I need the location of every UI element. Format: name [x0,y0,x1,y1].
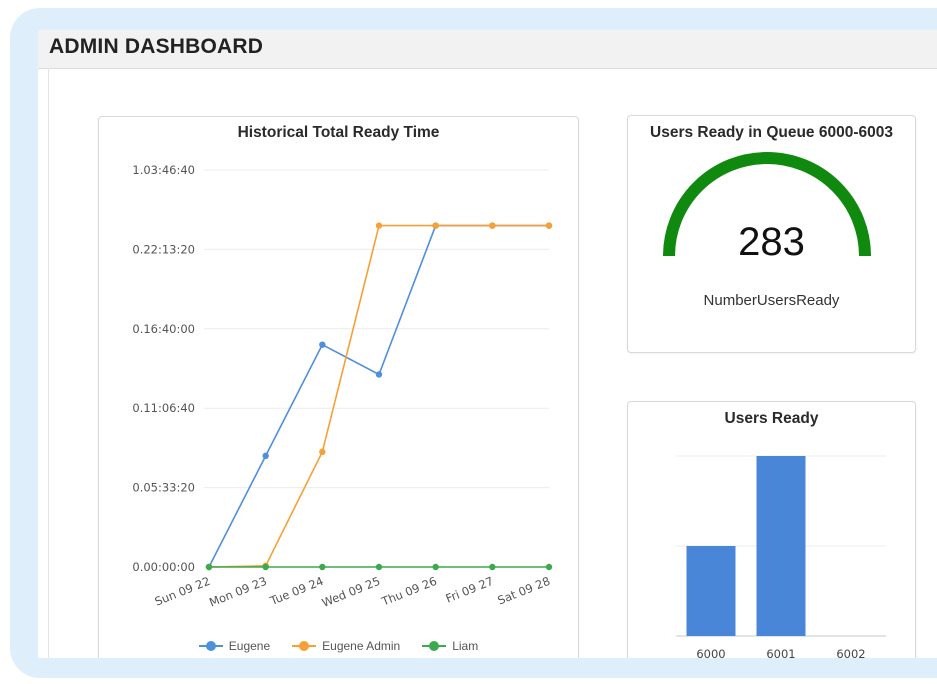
dashboard-content: Historical Total Ready Time 0.00:00:00 0.… [48,68,937,658]
page-title: ADMIN DASHBOARD [49,35,264,58]
line-point [375,222,383,229]
line-chart-x-tick-label: Wed 09 25 [320,574,382,610]
line-point [432,563,439,571]
bar-chart-x-tick-label: 6000 [696,647,725,658]
bar [756,456,806,636]
line-chart-x-tick-label: Tue 09 24 [267,574,325,608]
line-point [432,222,439,229]
legend-item[interactable]: Eugene [198,639,271,653]
line-point [262,563,269,571]
line-point [319,341,326,348]
line-point [545,563,553,571]
line-chart-y-tick-label: 0.11:06:40 [132,401,195,415]
line-point [545,222,553,229]
legend-swatch-icon [198,640,223,652]
line-chart-legend: Eugene Eugene Admin Liam [99,639,578,653]
line-chart-x-tick-label: Mon 09 23 [207,574,269,610]
line-chart: 0.00:00:00 0.05:33:20 0.11:06:40 0.16:40:00… [132,163,553,610]
line-chart-y-tick-label: 1.03:46:40 [132,163,195,177]
legend-label: Eugene [228,639,271,653]
line-chart-x-tick-label: Sun 09 22 [153,574,212,609]
users-ready-panel: Users Ready 6000 6001 6002 [627,401,916,658]
line-point [375,371,383,378]
dashboard-header: ADMIN DASHBOARD [38,30,937,69]
legend-swatch-dot [205,641,216,651]
line-point [319,563,326,571]
bar-chart: 6000 6001 6002 [676,455,886,658]
line-chart-x-tick-label: Fri 09 27 [444,574,496,606]
line-point [262,452,269,460]
legend-item[interactable]: Liam [422,639,478,653]
gauge-label: NumberUsersReady [703,292,840,309]
bar [686,546,736,636]
legend-label: Eugene Admin [322,639,401,653]
line-point [489,222,496,229]
dashboard-window: ADMIN DASHBOARD Historical Total Ready T… [38,30,937,658]
line-point [375,563,383,571]
line-point [489,563,496,571]
line-chart-y-tick-label: 0.05:33:20 [132,481,195,495]
legend-swatch-dot [429,641,440,651]
legend-swatch-icon [292,640,317,652]
legend-swatch-dot [299,641,310,651]
gauge-value: 283 [738,220,805,264]
legend-label: Liam [452,639,479,653]
line-chart-x-tick-label: Sat 09 28 [495,574,552,608]
bar-chart-x-tick-label: 6002 [836,647,865,658]
legend-item[interactable]: Eugene Admin [292,639,400,653]
line-point [205,563,213,571]
line-chart-y-tick-label: 0.00:00:00 [132,560,195,574]
line-chart-y-tick-label: 0.22:13:20 [132,242,195,256]
line-point [319,448,326,456]
line-chart-y-tick-label: 0.16:40:00 [132,322,195,336]
historical-ready-time-panel: Historical Total Ready Time 0.00:00:00 0.… [98,116,579,658]
line-series-eugene [208,224,549,568]
line-chart-x-tick-label: Thu 09 26 [379,574,439,609]
legend-swatch-icon [422,640,447,652]
users-ready-queue-panel: Users Ready in Queue 6000-6003 283 Numbe… [627,115,916,353]
line-series-eugene-admin [208,224,549,568]
bar-chart-x-tick-label: 6001 [766,647,795,658]
